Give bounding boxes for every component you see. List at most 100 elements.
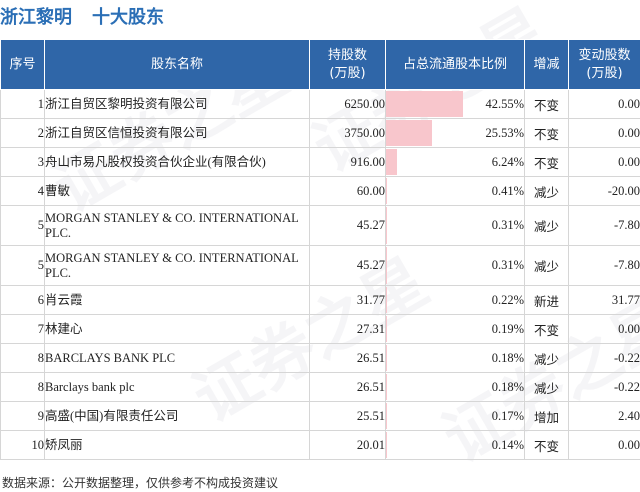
change-amount: 31.77 xyxy=(568,285,640,315)
ratio-value: 0.18% xyxy=(491,350,524,365)
row-index: 8 xyxy=(0,343,45,373)
table-row: 1 浙江自贸区黎明投资有限公司 6250.00 42.55% 不变 0.00 xyxy=(0,89,640,119)
ratio-cell: 0.22% xyxy=(385,285,525,315)
col-header-ratio: 占总流通股本比例 xyxy=(385,39,525,90)
ratio-value: 0.41% xyxy=(491,183,524,198)
col-header-delta: 变动股数 (万股) xyxy=(568,39,640,90)
row-index: 9 xyxy=(0,401,45,431)
shares-count: 45.27 xyxy=(309,205,386,246)
shareholder-name: 肖云霞 xyxy=(44,285,310,315)
change-amount: -7.80 xyxy=(568,245,640,286)
change-status: 减少 xyxy=(524,343,569,373)
change-amount: -7.80 xyxy=(568,205,640,246)
shares-count: 45.27 xyxy=(309,245,386,286)
change-status: 新进 xyxy=(524,285,569,315)
ratio-cell: 0.19% xyxy=(385,314,525,344)
table-row: 10 矫凤丽 20.01 0.14% 不变 0.00 xyxy=(0,430,640,460)
col-header-change: 增减 xyxy=(524,39,569,90)
ratio-value: 42.55% xyxy=(485,96,524,111)
table-row: 7 林建心 27.31 0.19% 不变 0.00 xyxy=(0,314,640,344)
ratio-value: 25.53% xyxy=(485,125,524,140)
ratio-cell: 0.31% xyxy=(385,205,525,246)
change-status: 减少 xyxy=(524,245,569,286)
shares-count: 26.51 xyxy=(309,372,386,402)
ratio-cell: 6.24% xyxy=(385,147,525,177)
change-amount: 0.00 xyxy=(568,430,640,460)
ratio-cell: 0.14% xyxy=(385,430,525,460)
row-index: 8 xyxy=(0,372,45,402)
row-index: 5 xyxy=(0,245,45,286)
table-row: 5 MORGAN STANLEY & CO. INTERNATIONAL PLC.… xyxy=(0,245,640,286)
table-row: 6 肖云霞 31.77 0.22% 新进 31.77 xyxy=(0,285,640,315)
ratio-cell: 0.18% xyxy=(385,343,525,373)
shareholder-name: 林建心 xyxy=(44,314,310,344)
change-amount: 0.00 xyxy=(568,118,640,148)
shareholder-name: 矫凤丽 xyxy=(44,430,310,460)
shareholder-name: Barclays bank plc xyxy=(44,372,310,402)
shares-count: 3750.00 xyxy=(309,118,386,148)
change-status: 减少 xyxy=(524,176,569,206)
ratio-bar xyxy=(386,247,387,284)
shares-count: 26.51 xyxy=(309,343,386,373)
row-index: 6 xyxy=(0,285,45,315)
row-index: 10 xyxy=(0,430,45,460)
shares-count: 25.51 xyxy=(309,401,386,431)
change-amount: -0.22 xyxy=(568,343,640,373)
shares-count: 916.00 xyxy=(309,147,386,177)
ratio-cell: 0.17% xyxy=(385,401,525,431)
shareholders-table: 序号 股东名称 持股数 (万股) 占总流通股本比例 增减 变动股数 (万股) 1… xyxy=(0,39,640,460)
ratio-value: 0.18% xyxy=(491,379,524,394)
shares-count: 20.01 xyxy=(309,430,386,460)
table-header-row: 序号 股东名称 持股数 (万股) 占总流通股本比例 增减 变动股数 (万股) xyxy=(0,39,640,90)
ratio-value: 0.17% xyxy=(491,408,524,423)
change-amount: 2.40 xyxy=(568,401,640,431)
change-status: 减少 xyxy=(524,205,569,246)
table-row: 4 曹敏 60.00 0.41% 减少 -20.00 xyxy=(0,176,640,206)
shareholder-name: 浙江自贸区信恒投资有限公司 xyxy=(44,118,310,148)
ratio-value: 0.14% xyxy=(491,437,524,452)
change-status: 不变 xyxy=(524,118,569,148)
company-title: 浙江黎明 xyxy=(0,7,72,28)
shares-count: 6250.00 xyxy=(309,89,386,119)
ratio-value: 6.24% xyxy=(491,154,524,169)
row-index: 5 xyxy=(0,205,45,246)
col-header-index: 序号 xyxy=(0,39,45,90)
change-amount: 0.00 xyxy=(568,314,640,344)
section-title: 十大股东 xyxy=(92,7,164,28)
shareholder-name: 舟山市易凡股权投资合伙企业(有限合伙) xyxy=(44,147,310,177)
table-row: 8 Barclays bank plc 26.51 0.18% 减少 -0.22 xyxy=(0,372,640,402)
change-status: 不变 xyxy=(524,430,569,460)
table-row: 2 浙江自贸区信恒投资有限公司 3750.00 25.53% 不变 0.00 xyxy=(0,118,640,148)
shares-count: 31.77 xyxy=(309,285,386,315)
ratio-value: 0.22% xyxy=(491,292,524,307)
ratio-bar xyxy=(386,91,464,117)
shareholder-name: BARCLAYS BANK PLC xyxy=(44,343,310,373)
ratio-value: 0.19% xyxy=(491,321,524,336)
shareholder-name: 浙江自贸区黎明投资有限公司 xyxy=(44,89,310,119)
ratio-value: 0.31% xyxy=(491,218,524,232)
ratio-bar xyxy=(386,120,433,146)
table-row: 9 高盛(中国)有限责任公司 25.51 0.17% 增加 2.40 xyxy=(0,401,640,431)
ratio-cell: 25.53% xyxy=(385,118,525,148)
row-index: 4 xyxy=(0,176,45,206)
table-row: 3 舟山市易凡股权投资合伙企业(有限合伙) 916.00 6.24% 不变 0.00 xyxy=(0,147,640,177)
shareholder-name: MORGAN STANLEY & CO. INTERNATIONAL PLC. xyxy=(44,205,310,246)
source-note: 数据来源：公开数据整理，仅供参考不构成投资建议 xyxy=(2,476,279,490)
shareholder-name: MORGAN STANLEY & CO. INTERNATIONAL PLC. xyxy=(44,245,310,286)
row-index: 3 xyxy=(0,147,45,177)
ratio-cell: 42.55% xyxy=(385,89,525,119)
row-index: 1 xyxy=(0,89,45,119)
shareholder-name: 曹敏 xyxy=(44,176,310,206)
title-bar: 浙江黎明 十大股东 xyxy=(0,0,640,34)
ratio-bar xyxy=(386,178,387,204)
change-amount: -20.00 xyxy=(568,176,640,206)
shareholder-name: 高盛(中国)有限责任公司 xyxy=(44,401,310,431)
ratio-bar xyxy=(386,207,387,244)
change-amount: 0.00 xyxy=(568,147,640,177)
table-row: 5 MORGAN STANLEY & CO. INTERNATIONAL PLC.… xyxy=(0,205,640,246)
table-row: 8 BARCLAYS BANK PLC 26.51 0.18% 减少 -0.22 xyxy=(0,343,640,373)
col-header-shares: 持股数 (万股) xyxy=(309,39,386,90)
ratio-bar xyxy=(386,149,398,175)
ratio-cell: 0.41% xyxy=(385,176,525,206)
change-amount: 0.00 xyxy=(568,89,640,119)
